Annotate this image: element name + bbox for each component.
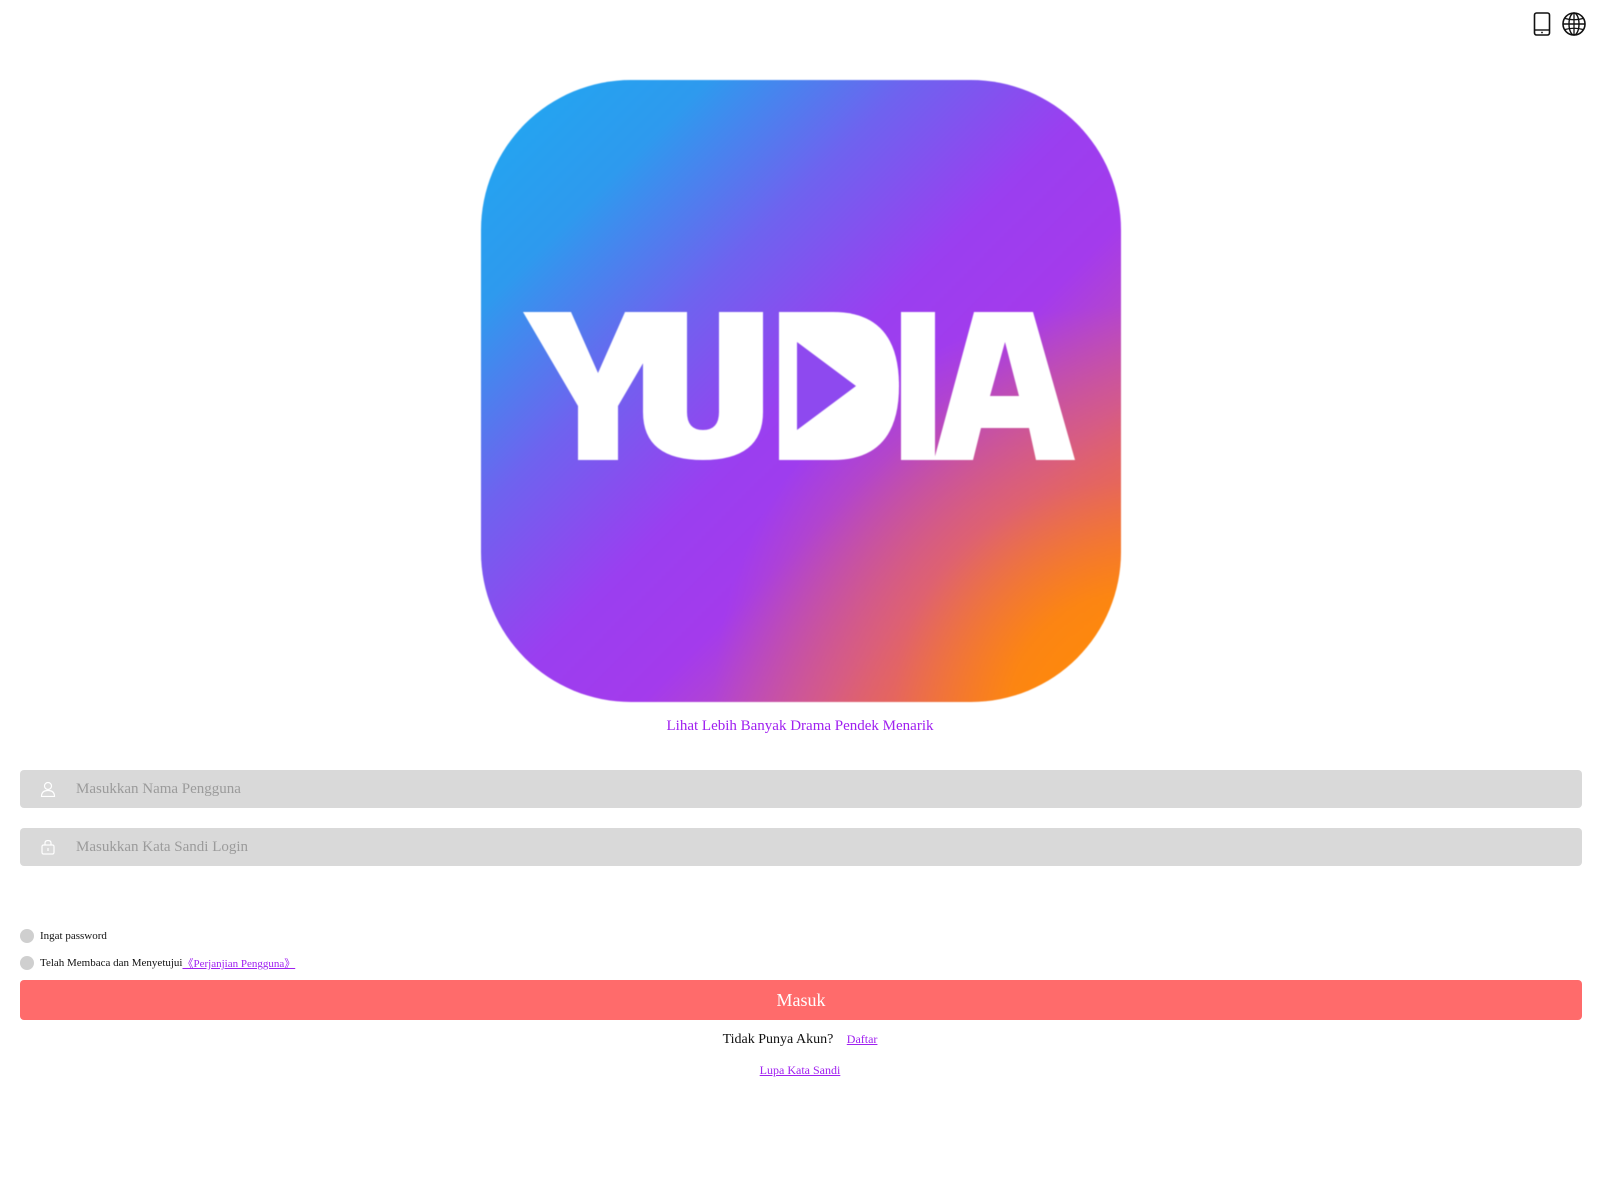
tablet-icon[interactable] [1528, 10, 1556, 38]
user-agreement-link[interactable]: 《Perjanjian Pengguna》 [182, 955, 295, 971]
remember-password-label: Ingat password [40, 930, 107, 942]
globe-icon[interactable] [1560, 10, 1588, 38]
login-page: Lihat Lebih Banyak Drama Pendek Menarik … [0, 0, 1600, 1200]
app-logo [481, 80, 1121, 702]
agreement-row: Telah Membaca dan Menyetujui 《Perjanjian… [20, 955, 295, 971]
forgot-row: Lupa Kata Sandi [0, 1061, 1600, 1079]
tagline: Lihat Lebih Banyak Drama Pendek Menarik [666, 718, 934, 734]
register-link[interactable]: Daftar [847, 1032, 878, 1046]
username-field[interactable] [20, 769, 1582, 809]
lock-icon [40, 839, 56, 855]
password-field[interactable] [20, 827, 1582, 867]
remember-password-row: Ingat password [20, 929, 107, 943]
register-row: Tidak Punya Akun? Daftar [0, 1032, 1600, 1048]
login-button[interactable]: Masuk [20, 980, 1582, 1020]
agreement-label: Telah Membaca dan Menyetujui [40, 957, 183, 969]
username-input[interactable] [74, 769, 1582, 809]
top-toolbar [1528, 10, 1588, 38]
forgot-password-link[interactable]: Lupa Kata Sandi [760, 1063, 841, 1077]
agreement-checkbox[interactable] [20, 956, 34, 970]
user-icon [40, 781, 56, 797]
remember-password-checkbox[interactable] [20, 929, 34, 943]
no-account-text: Tidak Punya Akun? [722, 1032, 834, 1047]
password-input[interactable] [74, 827, 1582, 867]
